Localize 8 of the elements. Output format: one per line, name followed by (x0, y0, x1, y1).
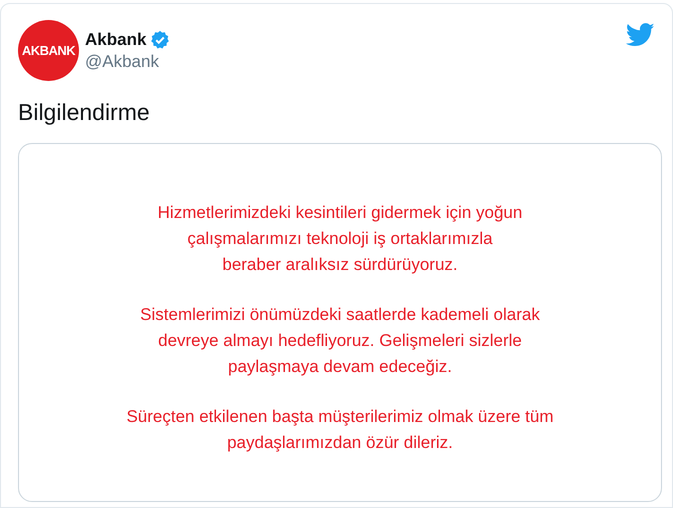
notice-paragraph: Hizmetlerimizdeki kesintileri gidermek için yoğun çalışmalarımızı teknoloji iş ortaklarımızla beraber aralıksız sürdürüyoruz. (158, 202, 522, 276)
notice-paragraph: Süreçten etkilenen başta müşterilerimiz olmak üzere tüm paydaşlarımızdan özür dileriz. (126, 406, 554, 454)
notice-paragraph: Sistemlerimizi önümüzdeki saatlerde kademeli olarak devreye almayı hedefliyoruz. Gelişmeleri sizlerle paylaşmaya devam edeceğiz. (140, 304, 540, 378)
tweet-text: Bilgilendirme (18, 98, 151, 127)
author-name[interactable]: Akbank (85, 28, 146, 50)
avatar[interactable]: AKBANK (18, 20, 79, 81)
author-handle[interactable]: @Akbank (85, 50, 170, 72)
logo-text: AKBANK (22, 42, 76, 60)
